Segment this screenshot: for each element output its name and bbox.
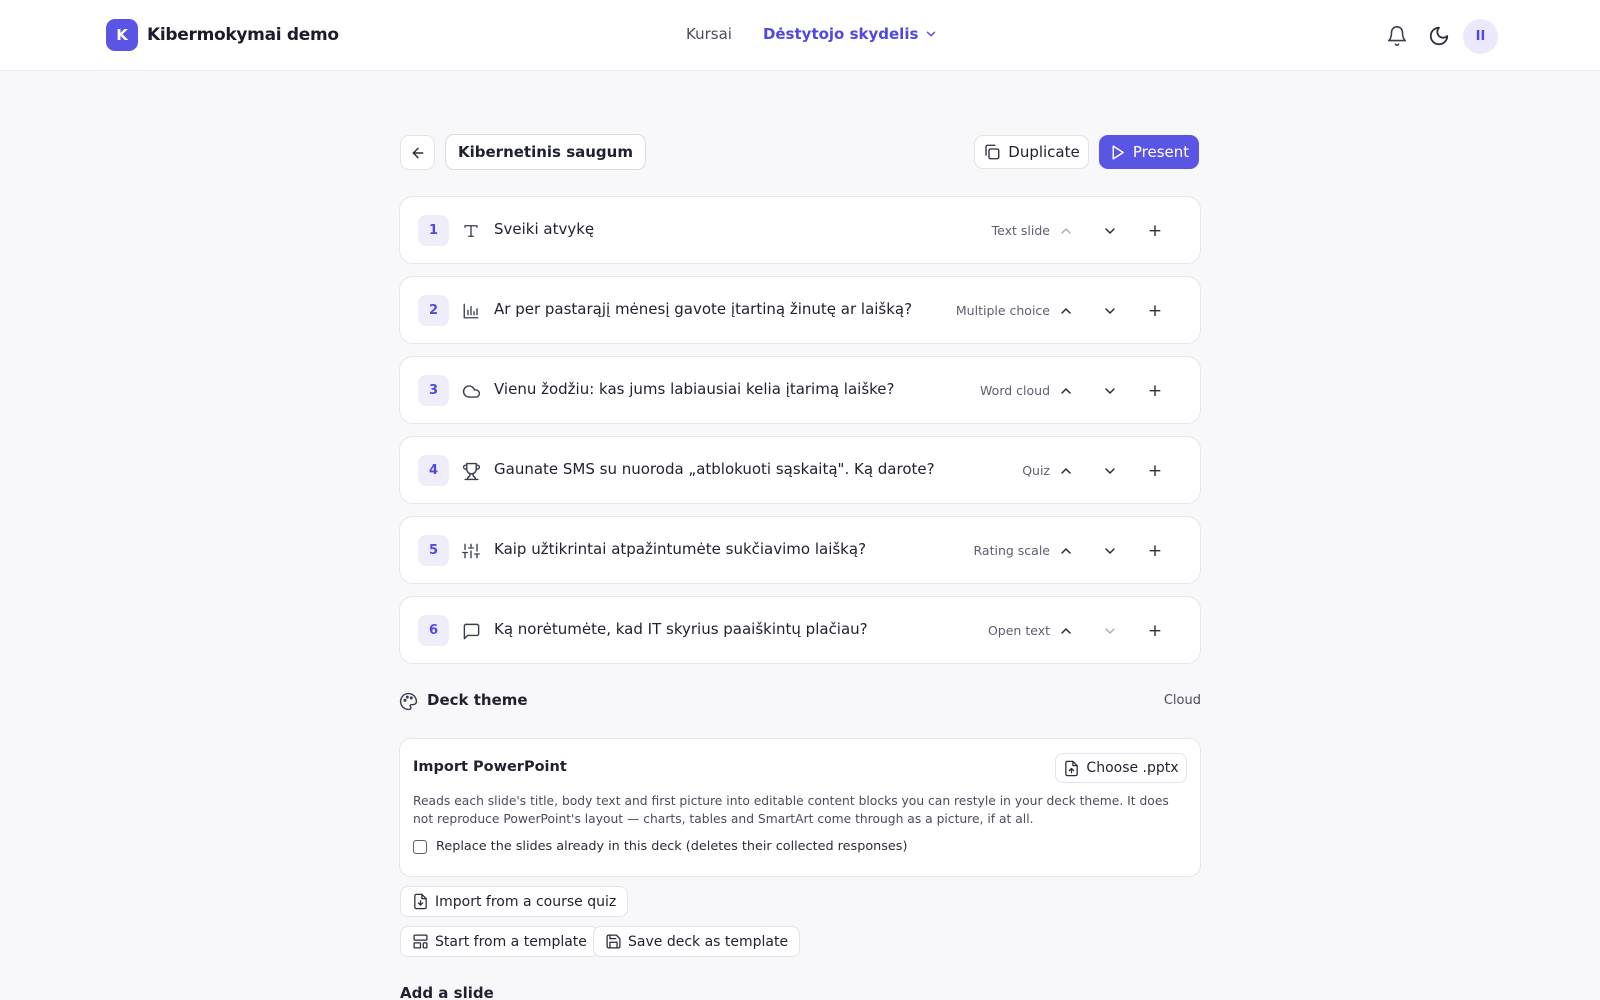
move-up-button[interactable]: [1054, 619, 1078, 643]
slide-type: Rating scale: [973, 543, 1050, 558]
slide-number: 4: [418, 455, 449, 486]
trophy-icon: [460, 460, 482, 482]
move-up-button[interactable]: [1054, 379, 1078, 403]
save-icon: [605, 933, 622, 950]
top-actions: II: [1379, 18, 1498, 54]
slide-row[interactable]: 6 Ką norėtumėte, kad IT skyrius paaiškin…: [399, 596, 1201, 664]
slide-title: Sveiki atvykę: [494, 220, 595, 238]
bar-chart-icon: [460, 300, 482, 322]
add-after-button[interactable]: +: [1143, 299, 1167, 323]
replace-slides-checkbox[interactable]: [413, 839, 427, 854]
cloud-icon: [460, 380, 482, 402]
add-after-button[interactable]: +: [1143, 539, 1167, 563]
start-template-label: Start from a template: [435, 933, 587, 950]
brand[interactable]: K Kibermokymai demo: [106, 19, 339, 51]
add-after-button[interactable]: +: [1143, 459, 1167, 483]
add-after-button[interactable]: +: [1143, 379, 1167, 403]
import-powerpoint-title: Import PowerPoint: [413, 759, 567, 775]
present-button[interactable]: Present: [1099, 135, 1199, 169]
duplicate-label: Duplicate: [1008, 143, 1080, 161]
slide-number: 1: [418, 215, 449, 246]
save-template-label: Save deck as template: [628, 933, 789, 950]
move-up-button[interactable]: [1054, 459, 1078, 483]
replace-slides-label: Replace the slides already in this deck …: [436, 839, 908, 854]
present-label: Present: [1132, 143, 1190, 161]
file-upload-icon: [1063, 760, 1080, 777]
move-up-button[interactable]: [1054, 539, 1078, 563]
import-course-quiz-button[interactable]: Import from a course quiz: [400, 886, 629, 917]
slide-number: 3: [418, 375, 449, 406]
slide-title: Ar per pastarąjį mėnesį gavote įtartiną …: [494, 300, 913, 318]
brand-name: Kibermokymai demo: [147, 25, 339, 45]
deck-theme-label: Deck theme: [427, 691, 528, 709]
move-down-button[interactable]: [1098, 539, 1122, 563]
move-down-button: [1098, 619, 1122, 643]
slide-row[interactable]: 3 Vienu žodžiu: kas jums labiausiai keli…: [399, 356, 1201, 424]
play-icon: [1109, 144, 1126, 161]
slide-row[interactable]: 2 Ar per pastarąjį mėnesį gavote įtartin…: [399, 276, 1201, 344]
deck-theme-row[interactable]: Deck theme Cloud: [399, 690, 1201, 714]
slide-number: 5: [418, 535, 449, 566]
chevron-down-icon: [924, 27, 938, 41]
copy-icon: [983, 143, 1001, 161]
brand-logo: K: [106, 19, 138, 51]
slide-type: Multiple choice: [955, 303, 1050, 318]
slide-number: 2: [418, 295, 449, 326]
deck-theme-value[interactable]: Cloud: [1164, 693, 1201, 708]
slide-title: Ką norėtumėte, kad IT skyrius paaiškintų…: [494, 620, 868, 638]
start-template-button[interactable]: Start from a template: [400, 926, 599, 957]
move-down-button[interactable]: [1098, 379, 1122, 403]
palette-icon: [399, 692, 418, 711]
import-description: Reads each slide's title, body text and …: [413, 794, 1169, 826]
add-slide-heading: Add a slide: [400, 984, 494, 1000]
top-navigation-bar: K Kibermokymai demo Kursai Dėstytojo sky…: [0, 0, 1600, 71]
nav-link-courses[interactable]: Kursai: [686, 25, 732, 43]
slide-title: Gaunate SMS su nuoroda „atblokuoti sąska…: [494, 460, 935, 478]
slide-title: Vienu žodžiu: kas jums labiausiai kelia …: [494, 380, 895, 398]
slide-row[interactable]: 5 Kaip užtikrintai atpažintumėte sukčiav…: [399, 516, 1201, 584]
import-course-quiz-label: Import from a course quiz: [435, 893, 617, 910]
slide-row[interactable]: 4 Gaunate SMS su nuoroda „atblokuoti sąs…: [399, 436, 1201, 504]
moon-icon[interactable]: [1421, 18, 1457, 54]
slide-number: 6: [418, 615, 449, 646]
bell-icon[interactable]: [1379, 18, 1415, 54]
slide-type: Text slide: [991, 223, 1050, 238]
move-up-button[interactable]: [1054, 299, 1078, 323]
duplicate-button[interactable]: Duplicate: [974, 135, 1089, 169]
message-icon: [460, 620, 482, 642]
nav-dropdown-instructor-panel[interactable]: Dėstytojo skydelis: [763, 25, 938, 43]
import-powerpoint-card: Import PowerPoint Choose .pptx Reads eac…: [399, 738, 1201, 877]
replace-slides-option[interactable]: Replace the slides already in this deck …: [413, 839, 907, 854]
slide-row[interactable]: 1 Sveiki atvykę Text slide +: [399, 196, 1201, 264]
save-template-button[interactable]: Save deck as template: [593, 926, 801, 957]
add-after-button[interactable]: +: [1143, 619, 1167, 643]
main-nav: Kursai Dėstytojo skydelis: [686, 25, 938, 43]
deck-title-input[interactable]: [445, 134, 646, 170]
move-down-button[interactable]: [1098, 219, 1122, 243]
choose-pptx-label: Choose .pptx: [1086, 760, 1179, 776]
back-button[interactable]: [400, 135, 435, 170]
layout-template-icon: [412, 933, 429, 950]
avatar[interactable]: II: [1463, 18, 1498, 54]
add-after-button[interactable]: +: [1143, 219, 1167, 243]
move-up-button: [1054, 219, 1078, 243]
nav-dropdown-label: Dėstytojo skydelis: [762, 25, 919, 43]
move-down-button[interactable]: [1098, 299, 1122, 323]
slide-type: Word cloud: [980, 383, 1050, 398]
slide-type: Quiz: [1022, 463, 1050, 478]
sliders-icon: [460, 540, 482, 562]
text-icon: [460, 220, 482, 242]
move-down-button[interactable]: [1098, 459, 1122, 483]
slide-title: Kaip užtikrintai atpažintumėte sukčiavim…: [494, 540, 867, 558]
arrow-left-icon: [410, 145, 426, 161]
slide-type: Open text: [987, 623, 1050, 638]
file-import-icon: [412, 893, 429, 910]
choose-pptx-button[interactable]: Choose .pptx: [1055, 753, 1187, 783]
